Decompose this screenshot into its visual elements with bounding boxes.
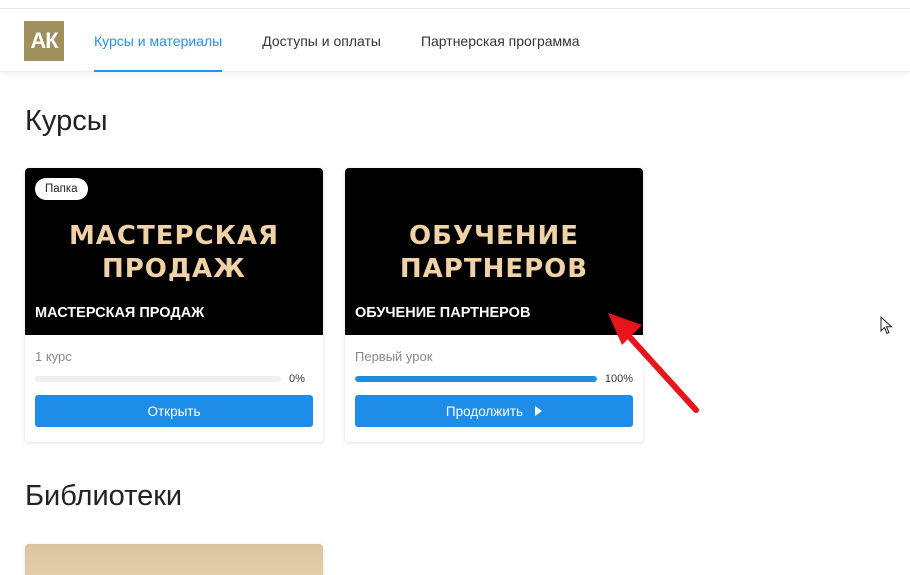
cover-title-line2: ПРОДАЖ (101, 254, 247, 284)
library-card[interactable] (25, 544, 323, 575)
mouse-pointer-icon (880, 316, 893, 335)
course-cover[interactable]: Папка МАСТЕРСКАЯ ПРОДАЖ МАСТЕРСКАЯ ПРОДА… (25, 168, 323, 335)
top-header: АК Курсы и материалы Доступы и оплаты Па… (0, 9, 910, 72)
card-body: 1 курс 0% Открыть (25, 335, 323, 437)
progress-fill (355, 376, 597, 382)
tab-access-payments[interactable]: Доступы и оплаты (262, 9, 381, 72)
continue-button-label: Продолжить (445, 403, 524, 419)
progress-bar (35, 376, 281, 382)
libraries-section-title: Библиотеки (25, 480, 183, 512)
red-arrow-icon (608, 313, 699, 413)
open-button-label: Открыть (147, 403, 201, 419)
cover-title-line1: ОБУЧЕНИЕ (408, 221, 580, 251)
open-button[interactable]: Открыть (35, 395, 313, 427)
window-top-strip (0, 0, 910, 9)
main-nav: Курсы и материалы Доступы и оплаты Партн… (94, 9, 620, 72)
cover-title: ОБУЧЕНИЕ ПАРТНЕРОВ (345, 220, 643, 286)
course-count: 1 курс (35, 349, 72, 364)
cover-title: МАСТЕРСКАЯ ПРОДАЖ (25, 220, 323, 286)
tab-courses-materials[interactable]: Курсы и материалы (94, 9, 223, 72)
course-cover[interactable]: ОБУЧЕНИЕ ПАРТНЕРОВ ОБУЧЕНИЕ ПАРТНЕРОВ (345, 168, 643, 335)
play-icon (535, 406, 543, 416)
progress-bar (355, 376, 597, 382)
course-caption: ОБУЧЕНИЕ ПАРТНЕРОВ (355, 305, 531, 321)
cover-title-line1: МАСТЕРСКАЯ (68, 221, 280, 251)
folder-badge: Папка (35, 178, 88, 200)
course-card-sales-workshop: Папка МАСТЕРСКАЯ ПРОДАЖ МАСТЕРСКАЯ ПРОДА… (25, 168, 323, 442)
progress-label: 0% (289, 373, 305, 385)
card-body: Первый урок 100% Продолжить (345, 335, 643, 437)
course-card-partner-training: ОБУЧЕНИЕ ПАРТНЕРОВ ОБУЧЕНИЕ ПАРТНЕРОВ Пе… (345, 168, 643, 442)
tab-partner-program[interactable]: Партнерская программа (421, 9, 580, 72)
logo[interactable]: АК (24, 21, 64, 61)
lesson-name: Первый урок (355, 349, 433, 364)
progress-row: 0% (35, 373, 313, 385)
courses-section-title: Курсы (25, 105, 108, 137)
continue-button[interactable]: Продолжить (355, 395, 633, 427)
course-caption: МАСТЕРСКАЯ ПРОДАЖ (35, 305, 205, 321)
progress-row: 100% (355, 373, 633, 385)
cover-title-line2: ПАРТНЕРОВ (399, 254, 589, 284)
